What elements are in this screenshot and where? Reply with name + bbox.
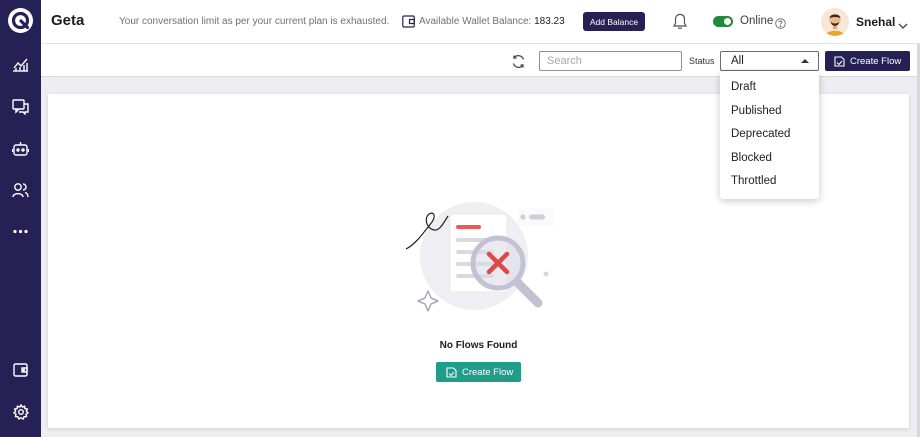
plan-limit-message: Your conversation limit as per your curr… — [119, 16, 390, 27]
flow-doc-icon — [446, 366, 457, 378]
avatar[interactable] — [821, 8, 849, 36]
brand-title: Geta — [51, 12, 85, 29]
search-input[interactable] — [539, 51, 682, 71]
status-dropdown-menu: Draft Published Deprecated Blocked Throt… — [720, 71, 819, 199]
wallet-balance-icon — [402, 15, 415, 28]
online-status-text: Online — [740, 15, 774, 27]
online-toggle[interactable] — [713, 16, 733, 27]
wallet-balance: Available Wallet Balance: 183.23 — [419, 16, 565, 27]
chevron-down-icon[interactable] — [898, 17, 908, 29]
flow-doc-icon — [834, 55, 845, 67]
chat-icon[interactable] — [10, 96, 31, 117]
status-filter-select[interactable]: All — [720, 51, 819, 71]
create-flow-button[interactable]: Create Flow — [825, 51, 910, 71]
bot-icon[interactable] — [10, 138, 31, 159]
status-option-deprecated[interactable]: Deprecated — [720, 123, 819, 147]
status-filter-label: Status — [689, 56, 715, 66]
create-flow-button-label: Create Flow — [850, 55, 902, 67]
wallet-balance-amount: 183.23 — [534, 16, 565, 27]
settings-icon[interactable] — [10, 401, 31, 422]
sidebar — [0, 0, 41, 437]
analytics-icon[interactable] — [10, 54, 31, 75]
refresh-icon[interactable] — [511, 54, 526, 69]
more-icon[interactable] — [10, 221, 31, 242]
wallet-icon[interactable] — [10, 359, 31, 380]
user-name[interactable]: Snehal — [856, 15, 895, 29]
help-icon[interactable] — [775, 16, 786, 29]
wallet-balance-label: Available Wallet Balance: — [419, 16, 532, 27]
status-option-throttled[interactable]: Throttled — [720, 170, 819, 194]
status-option-published[interactable]: Published — [720, 100, 819, 124]
add-balance-button[interactable]: Add Balance — [583, 12, 645, 31]
status-option-blocked[interactable]: Blocked — [720, 147, 819, 171]
create-flow-button-empty[interactable]: Create Flow — [436, 362, 521, 382]
bell-icon[interactable] — [672, 13, 688, 30]
g-logo-icon[interactable] — [7, 7, 34, 34]
status-filter-value: All — [731, 55, 744, 67]
caret-up-icon — [801, 59, 809, 63]
empty-state-message: No Flows Found — [439, 340, 518, 351]
status-option-draft[interactable]: Draft — [720, 76, 819, 100]
top-header: Geta Your conversation limit as per your… — [41, 0, 920, 44]
users-icon[interactable] — [10, 179, 31, 200]
no-results-illustration — [404, 194, 554, 319]
create-flow-button-empty-label: Create Flow — [462, 366, 514, 378]
